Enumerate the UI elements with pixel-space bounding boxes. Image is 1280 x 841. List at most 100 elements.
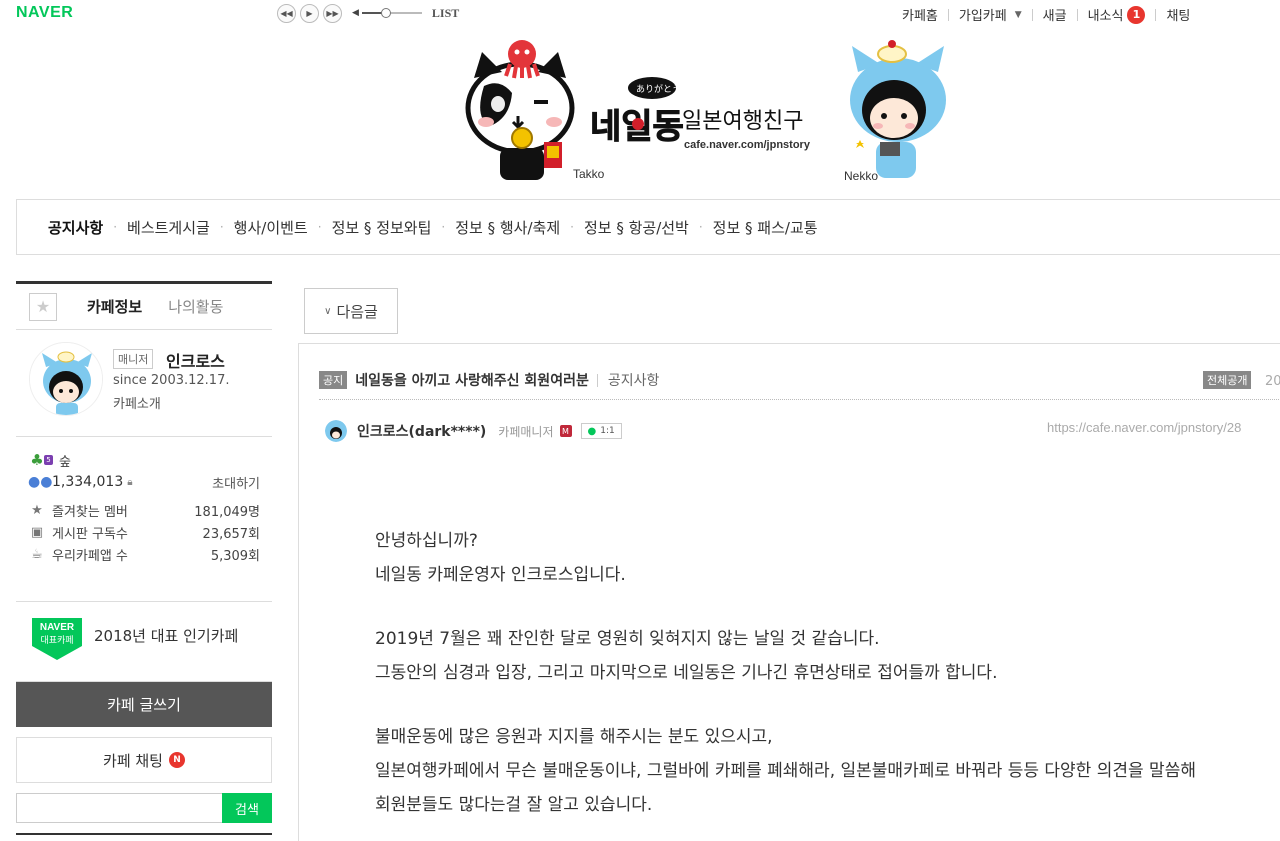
divider <box>596 373 598 387</box>
naver-representative-cafe-badge-icon: NAVER 대표카페 <box>32 618 82 660</box>
post-body-line: 2019년 7월은 꽤 잔인한 달로 영원히 잊혀지지 않는 날일 것 같습니다… <box>375 629 880 649</box>
member-count[interactable]: 1,334,013 <box>52 474 123 490</box>
cafe-since-date: since 2003.12.17. <box>113 373 230 388</box>
fast-forward-icon[interactable]: ▶▶ <box>323 3 342 23</box>
chat-bubble-icon: ● <box>587 425 597 437</box>
menu-item[interactable]: 정보 § 정보와팁 <box>332 217 432 238</box>
naver-logo[interactable]: NAVER <box>16 4 73 22</box>
post-body: 안녕하십니까? 네일동 카페운영자 인크로스입니다. 2019년 7월은 꽤 잔인한… <box>375 524 1280 822</box>
volume-knob[interactable] <box>380 8 391 18</box>
cafe-intro-link[interactable]: 카페소개 <box>113 393 161 412</box>
search-input[interactable] <box>16 793 222 823</box>
post-url[interactable]: https://cafe.naver.com/jpnstory/28 <box>1047 420 1241 435</box>
volume-slider[interactable] <box>361 8 422 18</box>
post-date: 20 <box>1265 374 1280 389</box>
manager-icon: M <box>559 425 572 437</box>
cafe-banner[interactable]: Takko ありがとう 네일동 일본여행친구 cafe.naver.com/jp… <box>460 38 960 188</box>
cafe-search: 검색 <box>16 793 272 823</box>
app-users-label: 우리카페앱 수 <box>52 548 128 564</box>
post-board-link[interactable]: 공지사항 <box>608 370 660 390</box>
takko-label: Takko <box>573 167 605 181</box>
manager-role-label: 매니저 <box>113 349 154 369</box>
app-users-row: ☕︎ 우리카페앱 수 5,309회 <box>28 543 260 565</box>
new-posts-link[interactable]: 새글 <box>1043 5 1067 24</box>
chat-link[interactable]: 채팅 <box>1166 5 1190 24</box>
menu-separator: · <box>441 220 446 234</box>
cafe-chat-label: 카페 채팅 <box>103 751 163 770</box>
fav-members-row: ★ 즐겨찾는 멤버 181,049명 <box>28 499 260 521</box>
menu-item[interactable]: 정보 § 패스/교통 <box>713 217 818 238</box>
board-icon: ▣ <box>30 524 44 540</box>
tab-cafe-info[interactable]: 카페정보 <box>87 296 142 317</box>
grade-level-icon: 5 <box>44 455 53 465</box>
search-button[interactable]: 검색 <box>222 793 272 823</box>
nekko-character-icon <box>850 40 946 178</box>
tab-my-activity[interactable]: 나의활동 <box>168 296 223 317</box>
manager-name[interactable]: 인크로스 <box>166 348 225 372</box>
svg-text:대표카페: 대표카페 <box>40 635 73 646</box>
joined-cafes-link[interactable]: 가입카페 <box>959 5 1007 24</box>
post-article: 공지 네일동을 아끼고 사랑해주신 회원여러분 공지사항 전체공개 20 인크로… <box>298 343 1280 841</box>
author-info: 인크로스(dark****) 카페매니저 M ● 1:1 <box>325 420 622 442</box>
menu-item[interactable]: 정보 § 항공/선박 <box>584 217 689 238</box>
volume-control: ◀ <box>352 8 422 18</box>
menu-item[interactable]: 정보 § 행사/축제 <box>455 217 560 238</box>
divider <box>947 8 949 21</box>
one-to-one-label: 1:1 <box>600 426 615 436</box>
divider <box>1076 8 1078 21</box>
post-body-line: 일본여행카페에서 무슨 불매운동이냐, 그럴바에 카페를 폐쇄해라, 일본불매카… <box>375 761 1196 781</box>
board-subs-row: ▣ 게시판 구독수 23,657회 <box>28 521 260 543</box>
members-icon: ●● <box>28 474 53 490</box>
menu-separator: · <box>113 220 118 234</box>
board-subs-value: 23,657회 <box>202 526 260 542</box>
my-news-link[interactable]: 내소식 <box>1088 5 1124 24</box>
rewind-icon[interactable]: ◀◀ <box>277 3 296 23</box>
post-body-line: 네일동 카페운영자 인크로스입니다. <box>375 565 626 585</box>
menu-item[interactable]: 베스트게시글 <box>127 217 210 238</box>
manager-profile: 매니저 인크로스 since 2003.12.17. 카페소개 <box>16 330 272 437</box>
fav-members-value: 181,049명 <box>194 504 260 520</box>
cafe-grade: 숲 <box>59 454 71 470</box>
caret-down-icon[interactable]: ▼ <box>1015 10 1022 20</box>
author-name[interactable]: 인크로스(dark****) <box>357 421 486 441</box>
write-post-button[interactable]: 카페 글쓰기 <box>16 682 272 727</box>
post-body-line: 안녕하십니까? <box>375 531 478 551</box>
svg-text:NAVER: NAVER <box>40 622 75 633</box>
cup-icon: ☕︎ <box>31 546 43 562</box>
post-body-line: 회원분들도 많다는걸 잘 알고 있습니다. <box>375 795 653 815</box>
menu-item[interactable]: 공지사항 <box>48 217 103 238</box>
divider <box>1155 8 1157 21</box>
banner-title: 일본여행친구 <box>682 109 803 134</box>
invite-link[interactable]: 초대하기 <box>212 473 260 492</box>
speaker-icon: ◀ <box>352 8 359 18</box>
award-section: NAVER 대표카페 2018년 대표 인기카페 <box>16 602 272 682</box>
avatar[interactable] <box>29 342 103 416</box>
cafe-grade-row: ♣ 5 숲 <box>28 449 260 471</box>
author-avatar[interactable] <box>325 420 347 442</box>
one-to-one-chat-button[interactable]: ● 1:1 <box>580 423 622 439</box>
menu-separator: · <box>317 220 322 234</box>
post-header: 공지 네일동을 아끼고 사랑해주신 회원여러분 공지사항 <box>319 370 659 390</box>
arigatou-text: ありがとう <box>636 83 681 95</box>
menu-separator: · <box>698 220 703 234</box>
post-body-line: 불매운동에 많은 응원과 지지를 해주시는 분도 있으시고, <box>375 727 773 747</box>
menu-item[interactable]: 행사/이벤트 <box>234 217 308 238</box>
notice-tag: 공지 <box>319 371 348 389</box>
new-badge: N <box>168 752 185 768</box>
cafe-home-link[interactable]: 카페홈 <box>902 5 938 24</box>
divider <box>319 399 1280 400</box>
next-post-button[interactable]: ∨ 다음글 <box>304 288 398 334</box>
notification-count-badge: 1 <box>1127 5 1146 24</box>
members-row: ●● 1,334,013 🔒︎ 초대하기 <box>28 471 260 493</box>
favorite-star-icon[interactable]: ★ <box>29 292 57 321</box>
board-menu-bar: 공지사항 · 베스트게시글 · 행사/이벤트 · 정보 § 정보와팁 · 정보 § 행사/축제 ·… <box>16 199 1280 255</box>
playlist-link[interactable]: LIST <box>432 6 459 21</box>
award-text: 2018년 대표 인기카페 <box>94 627 239 645</box>
cafe-chat-button[interactable]: 카페 채팅 N <box>16 737 272 783</box>
lock-icon: 🔒︎ <box>127 476 133 488</box>
play-icon[interactable]: ▶ <box>300 3 319 23</box>
top-links: 카페홈 가입카페 ▼ 새글 내소식 1 채팅 <box>902 5 1190 24</box>
public-visibility-tag: 전체공개 <box>1203 371 1252 389</box>
